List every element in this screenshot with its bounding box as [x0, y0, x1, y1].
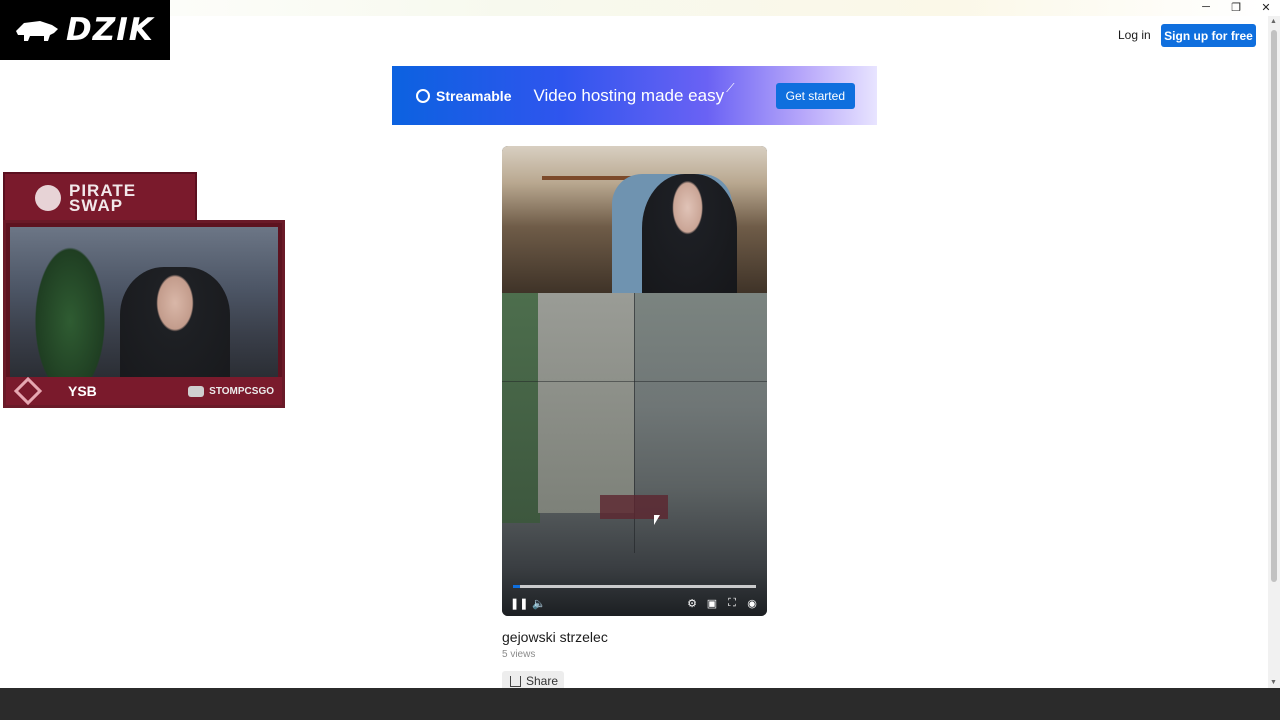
video-progress-bar[interactable]	[513, 585, 756, 588]
channel-tag: STOMPCSGO	[188, 385, 274, 397]
player-controls: ❚❚ 🔈 ⚙ ▣ ⛶ ◉	[502, 592, 767, 614]
streamable-logo: Streamable	[416, 88, 511, 104]
window-controls: ─ ❐ ✕	[1200, 0, 1272, 14]
video-progress-fill	[513, 585, 521, 588]
green-wall	[502, 293, 540, 523]
get-started-button[interactable]: Get started	[775, 82, 855, 109]
badge-text: YSB	[68, 383, 97, 399]
door-wall	[538, 293, 634, 513]
streamer	[120, 267, 230, 379]
scroll-thumb[interactable]	[1271, 30, 1277, 582]
christmas-tree	[30, 237, 110, 377]
streamable-icon[interactable]: ◉	[745, 597, 759, 610]
view-count: 5 views	[502, 649, 536, 660]
volume-icon[interactable]: 🔈	[532, 597, 546, 610]
scope-crosshair-horizontal	[502, 381, 767, 382]
youtube-icon	[188, 385, 205, 397]
streamable-banner-ad[interactable]: Streamable Video hosting made easy ⟋ Get…	[392, 66, 877, 125]
fullscreen-icon[interactable]: ⛶	[725, 597, 739, 610]
page: ─ ❐ ✕ DZIK Log in Sign up for free Strea…	[0, 0, 1280, 720]
share-label: Share	[526, 674, 559, 688]
pirate-swap-sponsor: PIRATE SWAP	[3, 172, 197, 224]
player-controls-right: ⚙ ▣ ⛶ ◉	[685, 597, 759, 610]
skull-icon	[35, 185, 61, 211]
window-title-strip	[0, 0, 1268, 16]
minimize-icon[interactable]: ─	[1200, 1, 1212, 13]
streamer-webcam-overlay: YSB STOMPCSGO	[3, 220, 285, 408]
sponsor-line-2: SWAP	[69, 196, 124, 215]
login-link[interactable]: Log in	[1118, 28, 1151, 42]
streamer	[642, 174, 737, 294]
webcam-footer: YSB STOMPCSGO	[6, 376, 282, 406]
pause-icon[interactable]: ❚❚	[510, 597, 528, 610]
boar-icon	[16, 21, 58, 41]
video-player[interactable]: ❚❚ 🔈 ⚙ ▣ ⛶ ◉	[502, 146, 767, 616]
webcam-image	[10, 227, 278, 379]
footer-bar	[0, 688, 1280, 720]
scroll-down-icon[interactable]: ▼	[1270, 679, 1277, 686]
mouse-cursor-icon	[654, 515, 660, 525]
banner-brand: Streamable	[436, 87, 512, 104]
streamable-logo-icon	[416, 88, 430, 103]
scrollbar[interactable]: ▲ ▼	[1268, 16, 1280, 688]
share-icon	[510, 675, 521, 687]
sparkle-icon: ⟋	[726, 81, 735, 95]
diamond-icon	[13, 376, 43, 406]
signup-button[interactable]: Sign up for free	[1161, 24, 1256, 47]
player-gameplay-area	[502, 293, 767, 616]
restore-icon[interactable]: ❐	[1230, 1, 1242, 14]
sponsor-text: PIRATE SWAP	[69, 182, 136, 215]
channel-name: STOMPCSGO	[209, 385, 274, 397]
dzik-overlay-logo: DZIK	[0, 0, 170, 60]
scroll-up-icon[interactable]: ▲	[1270, 18, 1277, 25]
player-webcam-area	[502, 146, 767, 294]
settings-gear-icon[interactable]: ⚙	[685, 597, 699, 610]
picture-in-picture-icon[interactable]: ▣	[705, 597, 719, 610]
close-icon[interactable]: ✕	[1260, 1, 1272, 14]
video-title: gejowski strzelec	[502, 629, 608, 645]
dzik-logo-text: DZIK	[66, 12, 154, 48]
banner-tagline: Video hosting made easy	[533, 85, 725, 105]
